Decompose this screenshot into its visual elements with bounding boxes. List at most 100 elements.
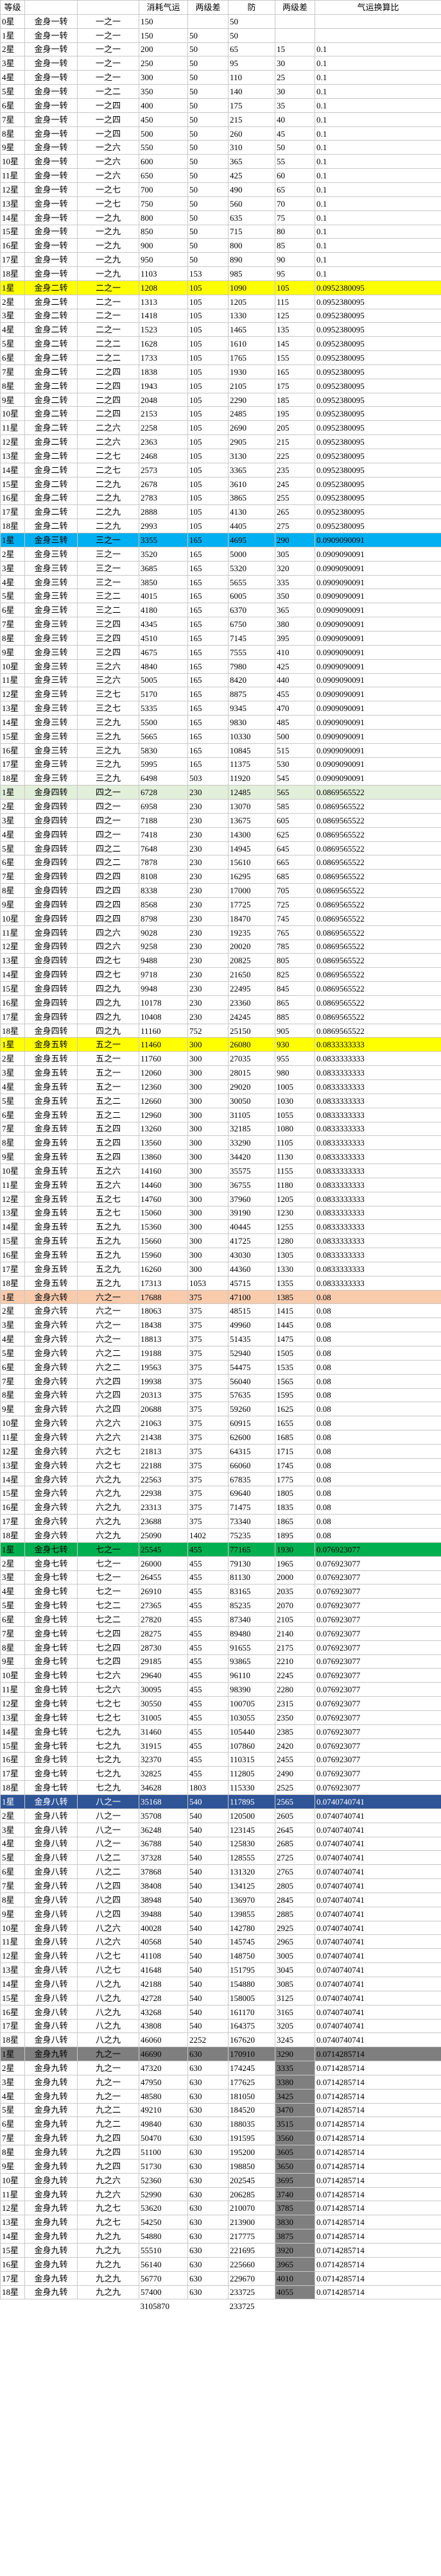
table-cell: 金身六转 <box>24 1443 78 1459</box>
table-cell: 1418 <box>139 308 188 323</box>
table-cell: 八之四 <box>77 1878 139 1893</box>
table-cell: 二之六 <box>77 420 139 436</box>
table-cell: 455 <box>187 1584 229 1599</box>
table-cell: 1053 <box>187 1275 229 1291</box>
table-row: 12星 金身一转 一之七 700 50 490 65 0.1 <box>0 182 441 197</box>
table-cell: 金身六转 <box>24 1318 78 1333</box>
table-cell: 金身二转 <box>24 519 78 534</box>
table-cell: 440 <box>275 673 315 688</box>
table-row: 5星 金身一转 一之二 350 50 140 30 0.1 <box>0 84 441 99</box>
table-cell: 10星 <box>0 1416 25 1431</box>
table-cell: 221695 <box>228 2243 275 2258</box>
table-cell: 0.076923077 <box>315 1710 441 1725</box>
table-row: 7星 金身三转 三之四 4345 165 6750 380 0.0909090091 <box>0 617 441 631</box>
table-cell: 540 <box>187 1990 229 2005</box>
table-cell: 0.0869565522 <box>315 911 441 926</box>
table-cell: 0.0869565522 <box>315 967 441 983</box>
table-cell: 2468 <box>139 449 188 463</box>
table-cell: 六之七 <box>77 1443 139 1459</box>
table-cell: 0.0833333333 <box>315 1149 441 1165</box>
table-cell: 七之九 <box>77 1766 139 1782</box>
table-cell: 540 <box>187 2004 229 2020</box>
table-cell: 29640 <box>139 1668 188 1683</box>
table-cell: 0.0909090091 <box>315 701 441 716</box>
table-cell: 15星 <box>0 476 25 492</box>
table-row: 17星 金身八转 八之九 43808 540 164375 3205 0.0740740741 <box>0 2018 441 2034</box>
table-cell: 金身二转 <box>24 449 78 463</box>
table-cell: 三之九 <box>77 715 139 730</box>
table-cell: 金身二转 <box>24 420 78 436</box>
table-cell: 2965 <box>275 1934 315 1950</box>
table-cell: 3星 <box>0 1822 25 1837</box>
table-cell: 金身九转 <box>24 2201 78 2216</box>
table-cell: 65 <box>228 42 275 57</box>
table-row: 7星 金身一转 一之四 450 50 215 40 0.1 <box>0 112 441 127</box>
table-cell: 二之四 <box>77 392 139 408</box>
table-cell: 金身七转 <box>24 1682 78 1697</box>
table-cell: 一之一 <box>77 42 139 57</box>
table-cell: 七之六 <box>77 1682 139 1697</box>
table-cell: 95 <box>275 266 315 281</box>
table-cell: 五之七 <box>77 1205 139 1221</box>
table-cell: 7星 <box>0 1373 25 1389</box>
table-cell: 550 <box>139 140 188 155</box>
table-cell: 503 <box>187 771 229 786</box>
table-cell: 金身四转 <box>24 827 78 842</box>
table-cell: 1星 <box>0 1541 25 1557</box>
table-cell: 81130 <box>228 1570 275 1585</box>
table-row: 9星 金身六转 六之四 20688 375 59260 1625 0.08 <box>0 1402 441 1417</box>
table-cell: 0.0714285714 <box>315 2201 441 2216</box>
table-cell: 14300 <box>228 827 275 842</box>
table-cell: 14星 <box>0 715 25 730</box>
table-cell: 83165 <box>228 1584 275 1599</box>
table-cell: 0.0740740741 <box>315 1808 441 1823</box>
table-cell: 九之六 <box>77 2186 139 2202</box>
table-cell: 金身一转 <box>24 196 78 211</box>
table-cell: 5星 <box>0 841 25 856</box>
table-cell: 0.0714285714 <box>315 2088 441 2104</box>
table-cell: 四之一 <box>77 812 139 828</box>
table-cell: 16星 <box>0 238 25 253</box>
table-cell: 12星 <box>0 687 25 702</box>
table-cell: 金身四转 <box>24 799 78 814</box>
table-cell: 四之六 <box>77 939 139 954</box>
table-cell: 0.0833333333 <box>315 1135 441 1151</box>
table-row: 8星 金身九转 九之四 51100 630 195200 3605 0.0714285714 <box>0 2145 441 2160</box>
table-cell: 310 <box>228 140 275 155</box>
table-cell: 0.0740740741 <box>315 1920 441 1936</box>
table-cell: 455 <box>187 1766 229 1782</box>
table-cell: 123145 <box>228 1822 275 1837</box>
table-cell: 1523 <box>139 322 188 338</box>
table-cell: 0.1 <box>315 196 441 211</box>
table-cell: 9345 <box>228 701 275 716</box>
table-cell: 4055 <box>275 2285 315 2300</box>
table-cell: 2605 <box>275 1808 315 1823</box>
table-cell: 3130 <box>228 449 275 463</box>
table-cell: 0.08 <box>315 1332 441 1346</box>
table-cell: 2888 <box>139 504 188 520</box>
table-cell: 7星 <box>0 617 25 631</box>
table-cell: 66060 <box>228 1457 275 1473</box>
table-cell: 一之四 <box>77 98 139 113</box>
table-cell: 四之一 <box>77 785 139 800</box>
table-cell: 金身一转 <box>24 56 78 71</box>
table-cell: 32825 <box>139 1766 188 1782</box>
table-cell: 12060 <box>139 1065 188 1080</box>
table-row: 17星 金身二转 二之九 2888 105 4130 265 0.0952380095 <box>0 504 441 520</box>
table-cell: 233725 <box>228 2285 275 2300</box>
table-cell: 455 <box>187 1710 229 1725</box>
table-cell: 六之一 <box>77 1289 139 1305</box>
table-cell: 57635 <box>228 1387 275 1403</box>
table-cell: 17星 <box>0 504 25 520</box>
table-cell: 0星 <box>0 13 25 29</box>
table-row: 6星 金身九转 九之二 49840 630 188035 3515 0.0714285714 <box>0 2117 441 2132</box>
table-row: 4星 金身八转 八之一 36788 540 125830 2685 0.0740740741 <box>0 1836 441 1851</box>
table-cell: 金身四转 <box>24 785 78 800</box>
table-cell: 107860 <box>228 1738 275 1753</box>
table-cell: 五之六 <box>77 1177 139 1192</box>
table-cell: 1330 <box>275 1261 315 1276</box>
table-cell: 540 <box>187 1864 229 1880</box>
table-cell: 18星 <box>0 2032 25 2048</box>
table-cell: 745 <box>275 911 315 926</box>
table-row: 14星 金身五转 五之九 15360 300 40445 1255 0.0833333333 <box>0 1219 441 1235</box>
